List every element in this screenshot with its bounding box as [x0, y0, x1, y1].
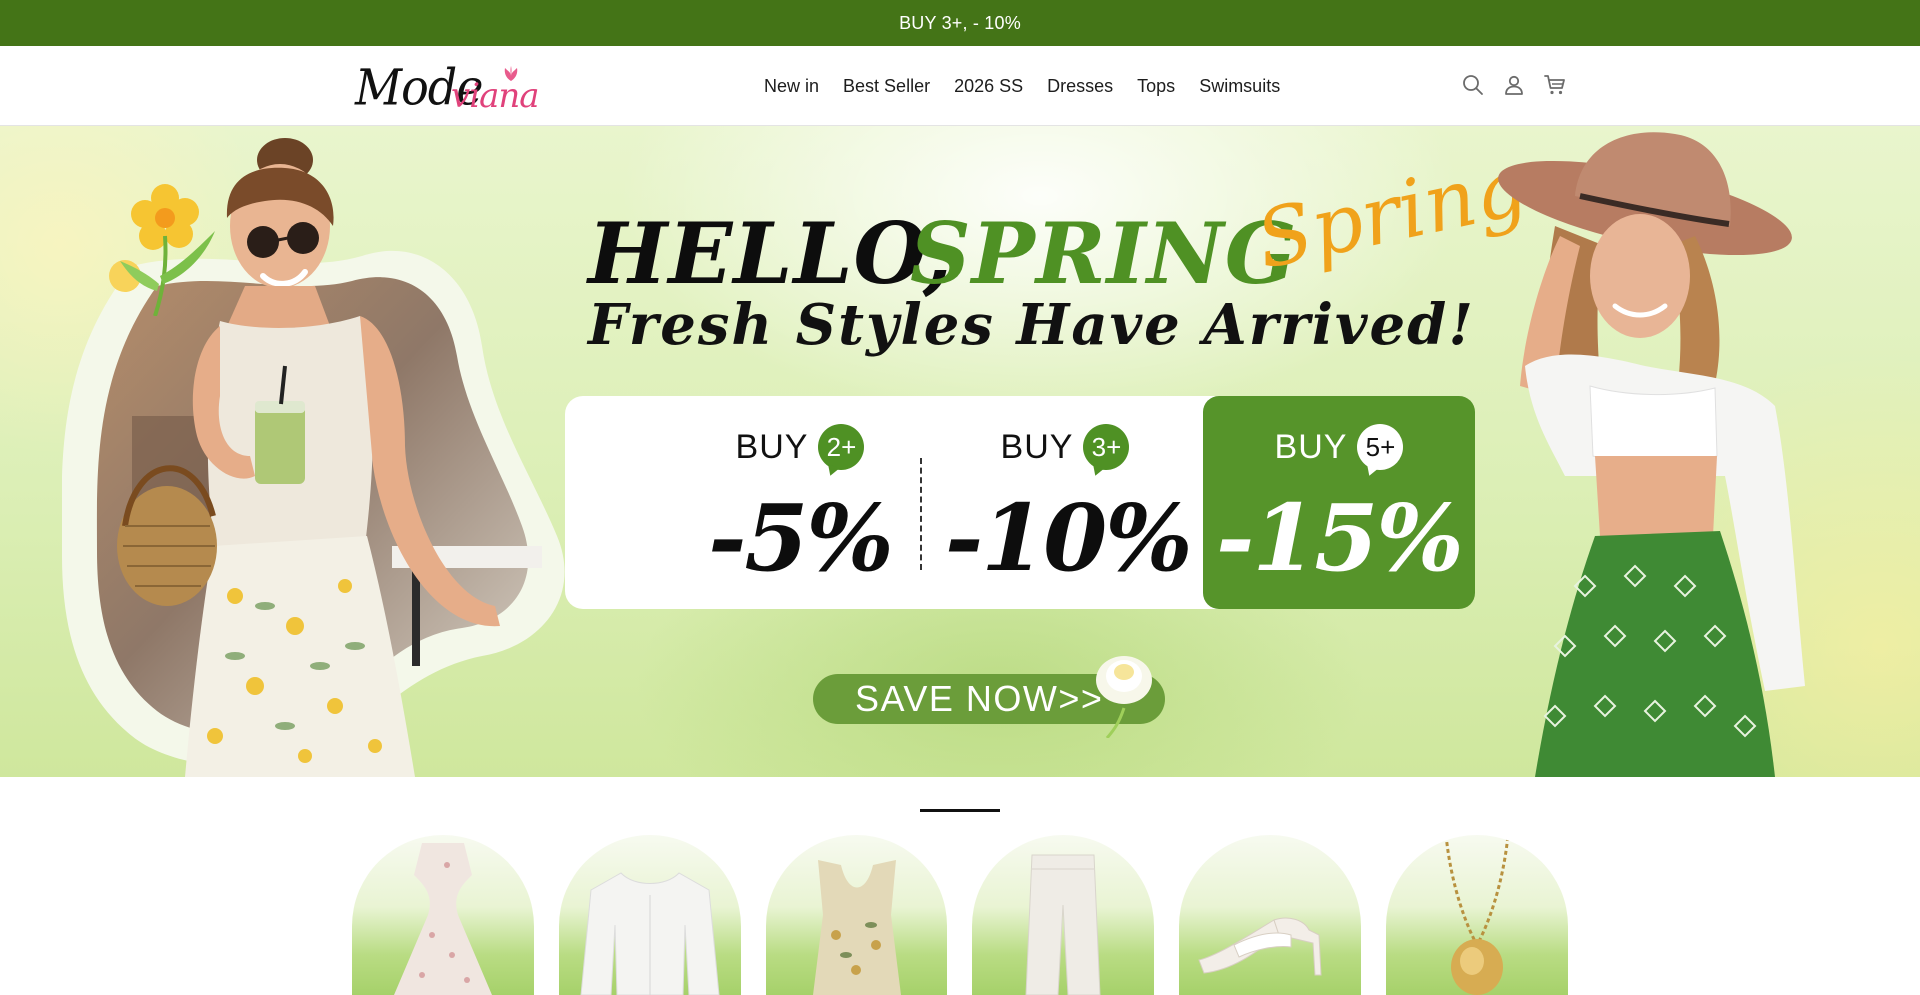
- category-white-pants[interactable]: [972, 835, 1155, 995]
- section-divider: [920, 809, 1000, 812]
- category-row: [352, 835, 1568, 995]
- headline-hello: HELLO,: [588, 204, 954, 303]
- header-icons: [1460, 72, 1568, 98]
- site-header: Mode viana New in Best Seller 2026 SS Dr…: [0, 46, 1920, 126]
- floral-top-image: [812, 860, 901, 995]
- logo-part-viana: viana: [451, 76, 540, 116]
- category-gold-necklace[interactable]: [1386, 835, 1568, 995]
- white-flower-icon: [1096, 656, 1152, 738]
- account-icon[interactable]: [1501, 72, 1527, 98]
- category-white-blouse[interactable]: [558, 835, 741, 995]
- category-floral-top[interactable]: [765, 835, 948, 995]
- hero-banner[interactable]: HELLO, SPRING Spring Fresh Styles Have A…: [0, 126, 1920, 777]
- announcement-text: BUY 3+, - 10%: [899, 12, 1021, 33]
- nav-best-seller[interactable]: Best Seller: [831, 76, 942, 97]
- nav-2026-ss[interactable]: 2026 SS: [942, 76, 1035, 97]
- offer-buy-label: BUY: [735, 427, 809, 466]
- offer-discount: -15%: [1216, 484, 1464, 592]
- cart-icon[interactable]: [1542, 72, 1568, 98]
- search-icon[interactable]: [1460, 72, 1486, 98]
- qty-badge: 5+: [1357, 424, 1404, 470]
- left-model-photo: [117, 138, 500, 777]
- offer-buy-label: BUY: [1274, 427, 1348, 466]
- floral-dress-image: [394, 843, 492, 995]
- gold-necklace-image: [1444, 835, 1510, 995]
- nav-swimsuits[interactable]: Swimsuits: [1187, 76, 1292, 97]
- offer-buy-3: BUY 3+ -10%: [945, 396, 1193, 609]
- offer-buy-label: BUY: [1000, 427, 1074, 466]
- qty-badge: 3+: [1083, 424, 1130, 470]
- brand-logo[interactable]: Mode viana: [353, 56, 543, 116]
- white-blouse-image: [580, 872, 720, 995]
- offer-discount: -5%: [708, 484, 894, 592]
- qty-badge: 2+: [818, 424, 865, 470]
- subheadline: Fresh Styles Have Arrived!: [588, 292, 1475, 358]
- headline-spring: SPRING: [910, 204, 1298, 303]
- white-pants-image: [1025, 854, 1101, 995]
- save-now-label: SAVE NOW>>: [855, 678, 1104, 719]
- discount-panel: BUY 2+ -5% BUY 3+ -10% BUY 5+ -15%: [565, 396, 1475, 609]
- nav-dresses[interactable]: Dresses: [1035, 76, 1125, 97]
- offer-buy-2: BUY 2+ -5%: [700, 396, 900, 609]
- offer-discount: -10%: [945, 484, 1193, 592]
- category-white-heels[interactable]: [1179, 835, 1362, 995]
- white-heels-image: [1198, 917, 1322, 976]
- offer-buy-5: BUY 5+ -15%: [1203, 396, 1475, 609]
- right-model-photo: [1498, 132, 1805, 777]
- nav-new-in[interactable]: New in: [752, 76, 831, 97]
- nav-tops[interactable]: Tops: [1125, 76, 1187, 97]
- save-now-button[interactable]: SAVE NOW>>: [813, 656, 1165, 738]
- category-floral-dress[interactable]: [352, 835, 534, 995]
- offer-divider: [920, 458, 922, 570]
- main-nav: New in Best Seller 2026 SS Dresses Tops …: [752, 46, 1292, 126]
- tulip-icon: [504, 66, 518, 81]
- announcement-bar[interactable]: BUY 3+, - 10%: [0, 0, 1920, 46]
